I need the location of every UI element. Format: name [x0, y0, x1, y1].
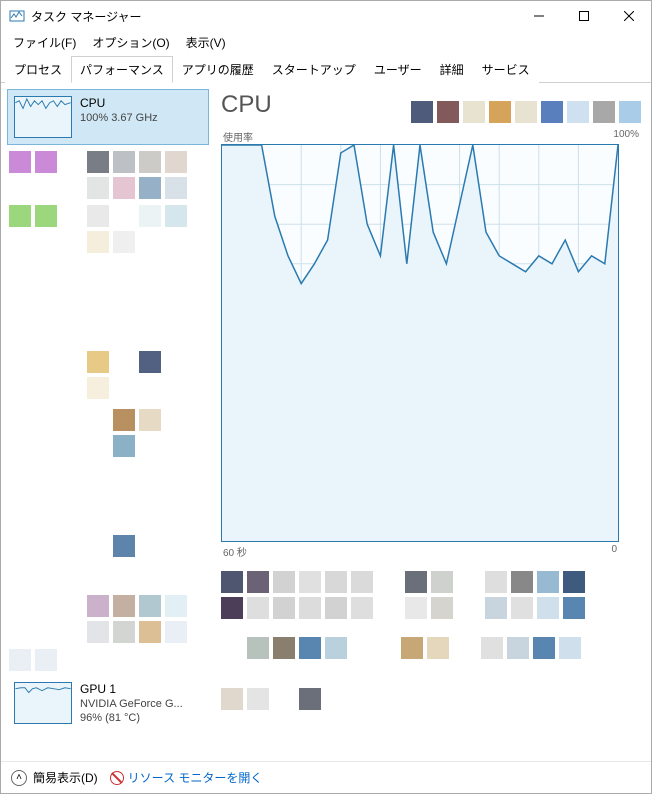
cpu-name: CPU	[80, 96, 158, 110]
minimize-button[interactable]	[516, 1, 561, 31]
main-panel: CPU 使用率 100% 60 秒 0	[211, 83, 651, 763]
xaxis-right: 0	[611, 544, 617, 559]
redacted-grid	[221, 637, 631, 659]
redacted-row	[9, 231, 207, 253]
sidebar: CPU 100% 3.67 GHz	[1, 83, 211, 763]
close-button[interactable]	[606, 1, 651, 31]
cpu-sub: 100% 3.67 GHz	[80, 112, 158, 124]
menu-file[interactable]: ファイル(F)	[7, 32, 82, 53]
swatch	[463, 101, 485, 123]
swatch	[489, 101, 511, 123]
util-max: 100%	[613, 129, 639, 144]
sidebar-item-cpu[interactable]: CPU 100% 3.67 GHz	[7, 89, 209, 145]
redacted-grid	[221, 663, 631, 664]
tabbar: プロセス パフォーマンス アプリの履歴 スタートアップ ユーザー 詳細 サービス	[1, 53, 651, 83]
gpu1-sub2: 96% (81 °C)	[80, 712, 183, 724]
swatch	[567, 101, 589, 123]
redacted-grid	[221, 571, 631, 593]
open-resource-monitor[interactable]: リソース モニターを開く	[110, 769, 263, 786]
fewer-details[interactable]: ˄ 簡易表示(D)	[11, 769, 98, 786]
tab-startup[interactable]: スタートアップ	[263, 56, 365, 83]
menu-options[interactable]: オプション(O)	[86, 32, 175, 53]
redacted-row	[9, 535, 207, 557]
xaxis-left: 60 秒	[223, 544, 247, 559]
tab-details[interactable]: 詳細	[431, 56, 473, 83]
tab-apphistory[interactable]: アプリの履歴	[173, 56, 263, 83]
chart-top-labels: 使用率 100%	[221, 129, 641, 144]
chevron-up-icon: ˄	[11, 770, 27, 786]
cpu-thumb	[14, 96, 72, 138]
gpu1-name: GPU 1	[80, 682, 183, 696]
fewer-label: 簡易表示(D)	[33, 769, 98, 786]
color-swatches	[411, 101, 641, 123]
tab-users[interactable]: ユーザー	[365, 56, 431, 83]
util-label: 使用率	[223, 129, 253, 144]
resmon-label: リソース モニターを開く	[128, 769, 263, 786]
tab-performance[interactable]: パフォーマンス	[71, 56, 173, 83]
tab-processes[interactable]: プロセス	[5, 56, 71, 83]
resource-monitor-icon	[110, 771, 124, 785]
redacted-row	[9, 151, 207, 173]
swatch	[411, 101, 433, 123]
menu-view[interactable]: 表示(V)	[180, 32, 232, 53]
redacted-row	[9, 377, 207, 399]
redacted-row	[9, 205, 207, 227]
redacted-row	[9, 595, 207, 617]
swatch	[541, 101, 563, 123]
sidebar-item-gpu1[interactable]: GPU 1 NVIDIA GeForce G... 96% (81 °C)	[7, 675, 209, 731]
main-header: CPU	[221, 91, 641, 123]
titlebar: タスク マネージャー	[1, 1, 651, 31]
app-icon	[9, 8, 25, 24]
redacted-row	[9, 177, 207, 199]
swatch	[515, 101, 537, 123]
main-title: CPU	[221, 91, 272, 119]
swatch	[619, 101, 641, 123]
footer: ˄ 簡易表示(D) リソース モニターを開く	[1, 761, 651, 793]
redacted-row	[9, 351, 207, 373]
detail-area	[221, 571, 641, 731]
redacted-row	[9, 409, 207, 431]
redacted-grid	[221, 597, 631, 619]
maximize-button[interactable]	[561, 1, 606, 31]
gpu1-thumb	[14, 682, 72, 724]
tab-services[interactable]: サービス	[473, 56, 539, 83]
gpu1-info: GPU 1 NVIDIA GeForce G... 96% (81 °C)	[80, 682, 183, 724]
content-area: CPU 100% 3.67 GHz	[1, 83, 651, 763]
swatch	[437, 101, 459, 123]
redacted-row	[9, 649, 207, 671]
redacted-row	[9, 435, 207, 457]
redacted-row	[9, 621, 207, 643]
menubar: ファイル(F) オプション(O) 表示(V)	[1, 31, 651, 53]
chart-bottom-labels: 60 秒 0	[221, 542, 619, 559]
cpu-chart[interactable]	[221, 144, 619, 542]
cpu-info: CPU 100% 3.67 GHz	[80, 96, 158, 124]
redacted-grid	[221, 688, 631, 710]
window-title: タスク マネージャー	[31, 8, 516, 25]
gpu1-sub1: NVIDIA GeForce G...	[80, 698, 183, 710]
swatch	[593, 101, 615, 123]
